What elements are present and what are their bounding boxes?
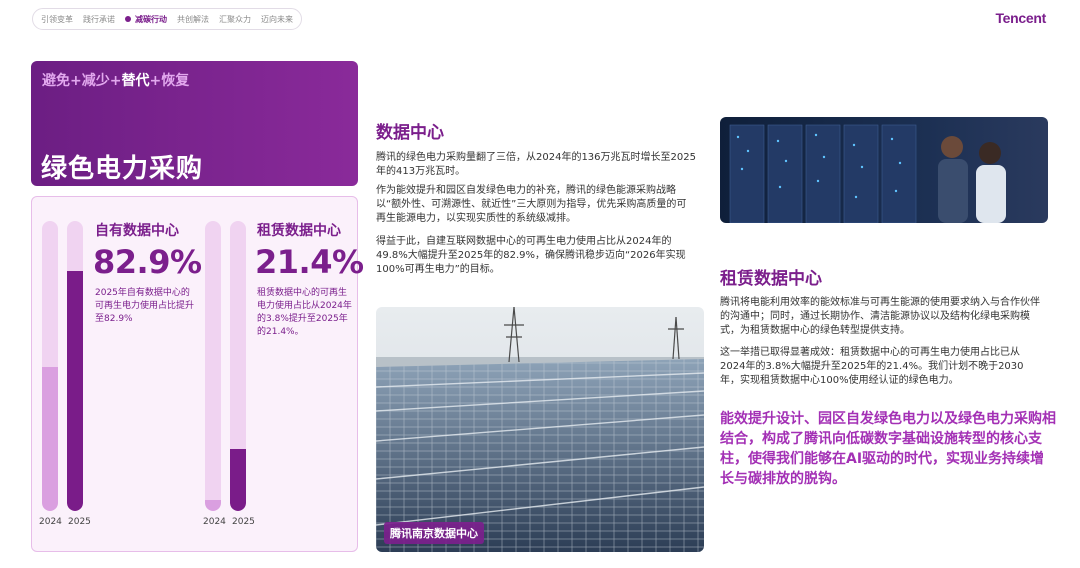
year-label: 2024 [203, 517, 226, 527]
server-room-image [720, 117, 1048, 223]
bar-fill-leased-2024 [205, 499, 221, 511]
nav-item-0[interactable]: 引领变革 [41, 14, 73, 25]
bar-leased-2024 [205, 221, 221, 511]
datacenter-para-1: 腾讯的绿色电力采购量翻了三倍，从2024年的136万兆瓦时增长至2025年的41… [376, 152, 696, 177]
leased-section-title: 租赁数据中心 [720, 269, 822, 289]
active-dot-icon [125, 16, 131, 22]
leased-para-2: 这一举措已取得显著成效：租赁数据中心的可再生电力使用占比已从2024年的3.8%… [720, 347, 1024, 386]
nav-item-label: 减碳行动 [135, 14, 167, 24]
subtitle-highlight: 替代 [121, 73, 150, 89]
page-title: 绿色电力采购 [41, 154, 204, 184]
nav-item-label: 共创解法 [177, 14, 209, 24]
bar-fill-own-2025 [67, 270, 83, 511]
highlight-statement: 能效提升设计、园区自发绿色电力以及绿色电力采购相结合，构成了腾讯向低碳数字基础设… [720, 411, 1056, 487]
year-label: 2024 [39, 517, 62, 527]
own-dc-title: 自有数据中心 [95, 223, 179, 239]
leased-dc-value: 21.4% [255, 243, 364, 281]
bar-own-2024 [42, 221, 58, 511]
nav-item-3[interactable]: 共创解法 [177, 14, 209, 25]
nav-item-label: 践行承诺 [83, 14, 115, 24]
bar-own-2025 [67, 221, 83, 511]
stats-card: 2024 2025 自有数据中心 82.9% 2025年自有数据中心的可再生电力… [31, 196, 364, 552]
year-label: 2025 [232, 517, 255, 527]
server-room-illustration [720, 117, 1048, 223]
title-card: 避免+减少+替代+恢复 绿色电力采购 [31, 61, 358, 186]
tencent-logo: Tencent [995, 10, 1046, 26]
year-label: 2025 [68, 517, 91, 527]
section-nav: 引领变革 践行承诺 减碳行动 共创解法 汇聚众力 迈向未来 [32, 8, 302, 30]
bar-fill-own-2024 [42, 366, 58, 511]
own-dc-desc: 2025年自有数据中心的可再生电力使用占比提升至82.9% [95, 288, 195, 324]
leased-dc-desc: 租赁数据中心的可再生电力使用占比从2024年的3.8%提升至2025年的21.4… [257, 288, 352, 337]
solar-farm-image: 腾讯南京数据中心 [376, 307, 704, 552]
own-dc-value: 82.9% [93, 243, 202, 281]
subtitle-part: 避免+减少+ [42, 73, 122, 89]
leased-dc-title: 租赁数据中心 [257, 223, 341, 239]
nav-item-label: 迈向未来 [261, 14, 293, 24]
nav-item-1[interactable]: 践行承诺 [83, 14, 115, 25]
nav-item-4[interactable]: 汇聚众力 [219, 14, 251, 25]
bar-fill-leased-2025 [230, 448, 246, 511]
bar-leased-2025 [230, 221, 246, 511]
nav-item-5[interactable]: 迈向未来 [261, 14, 293, 25]
datacenter-title: 数据中心 [376, 123, 444, 143]
subtitle-part: +恢复 [149, 73, 190, 89]
image-caption: 腾讯南京数据中心 [384, 522, 484, 544]
datacenter-para-2: 作为能效提升和园区自发绿色电力的补充，腾讯的绿色能源采购战略以“额外性、可溯源性… [376, 185, 687, 224]
leased-para-1: 腾讯将电能利用效率的能效标准与可再生能源的使用要求纳入与合作伙伴的沟通中；同时，… [720, 297, 1040, 336]
nav-item-label: 汇聚众力 [219, 14, 251, 24]
nav-item-2-active[interactable]: 减碳行动 [125, 14, 167, 25]
datacenter-para-3: 得益于此，自建互联网数据中心的可再生电力使用占比从2024年的49.8%大幅提升… [376, 236, 686, 275]
nav-item-label: 引领变革 [41, 14, 73, 24]
solar-farm-illustration [376, 307, 704, 552]
title-subtitle: 避免+减少+替代+恢复 [42, 70, 189, 90]
